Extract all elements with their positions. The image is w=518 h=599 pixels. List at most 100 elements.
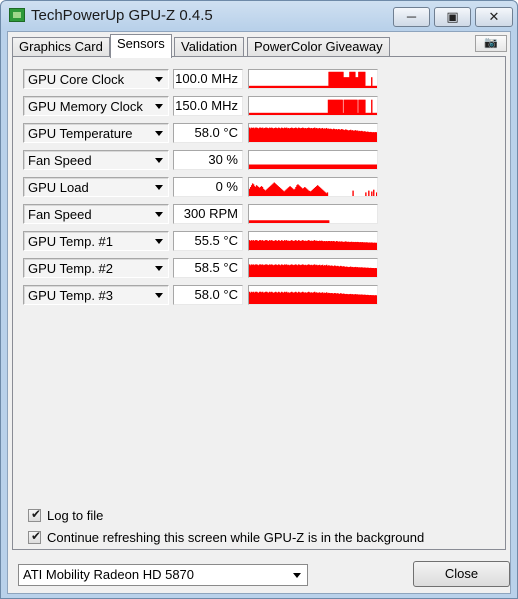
close-window-button[interactable]: ✕ [475, 7, 513, 27]
tab-validation[interactable]: Validation [174, 37, 245, 57]
sensor-select[interactable]: GPU Temp. #2 [23, 258, 169, 278]
sensors-panel: GPU Core Clock 100.0 MHz GPU Memory Clock 1… [12, 56, 506, 550]
chevron-down-icon [293, 573, 301, 578]
chevron-down-icon[interactable] [155, 266, 163, 271]
sensor-value: 150.0 MHz [173, 96, 243, 116]
sensor-graph [248, 123, 378, 143]
gpu-select-dropdown[interactable]: ATI Mobility Radeon HD 5870 [18, 564, 308, 586]
sensor-select[interactable]: Fan Speed [23, 204, 169, 224]
continue-refreshing-checkbox[interactable]: ✔ [28, 529, 42, 544]
log-to-file-label[interactable]: Log to file [47, 508, 103, 523]
graph-sample-bar [364, 71, 366, 88]
sensor-graph [248, 204, 378, 224]
sensor-label: GPU Temp. #2 [28, 261, 114, 276]
sensor-label: GPU Temperature [28, 126, 133, 141]
chevron-down-icon[interactable] [155, 131, 163, 136]
sensor-graph [248, 285, 378, 305]
tab-powercolor-giveaway[interactable]: PowerColor Giveaway [247, 37, 390, 57]
graph-sample-bar [371, 99, 373, 115]
graph-sample-bar [376, 242, 377, 250]
graph-sample-bar [364, 99, 366, 115]
sensor-select[interactable]: Fan Speed [23, 150, 169, 170]
graph-sample-bar [376, 295, 377, 304]
sensor-label: GPU Temp. #1 [28, 234, 114, 249]
sensor-graph-plot [249, 99, 377, 115]
log-to-file-checkbox[interactable]: ✔ [28, 507, 42, 522]
sensor-label: Fan Speed [28, 153, 92, 168]
sensor-row: Fan Speed 300 RPM [23, 204, 383, 224]
close-icon: ✕ [488, 9, 500, 24]
sensor-graph-plot [249, 220, 330, 223]
graph-sample-bar [341, 99, 343, 115]
sensor-label: GPU Memory Clock [28, 99, 143, 114]
sensor-value: 30 % [173, 150, 243, 170]
sensor-row: GPU Temp. #3 58.0 °C [23, 285, 383, 305]
sensor-value: 0 % [173, 177, 243, 197]
graph-sample-bar [328, 220, 330, 223]
graph-sample-bar [326, 192, 329, 196]
chevron-down-icon[interactable] [155, 239, 163, 244]
sensor-row: GPU Load 0 % [23, 177, 383, 197]
chevron-down-icon[interactable] [155, 293, 163, 298]
gpuz-window: TechPowerUp GPU-Z 0.4.5 ─ ▣ ✕ Graphics C… [0, 0, 518, 599]
sensor-row: GPU Temperature 58.0 °C [23, 123, 383, 143]
tab-graphics-card[interactable]: Graphics Card [12, 37, 110, 57]
chevron-down-icon[interactable] [155, 77, 163, 82]
sensor-label: GPU Core Clock [28, 72, 125, 87]
checkmark-icon: ✔ [31, 529, 42, 543]
graph-sample-bar [368, 190, 370, 196]
minimize-button[interactable]: ─ [393, 7, 430, 27]
sensor-value: 58.0 °C [173, 285, 243, 305]
sensor-select[interactable]: GPU Memory Clock [23, 96, 169, 116]
close-button[interactable]: Close [413, 561, 510, 587]
chevron-down-icon[interactable] [155, 212, 163, 217]
sensor-value: 300 RPM [173, 204, 243, 224]
sensor-select[interactable]: GPU Temp. #1 [23, 231, 169, 251]
continue-refreshing-label[interactable]: Continue refreshing this screen while GP… [47, 530, 424, 545]
graph-sample-bar [376, 192, 377, 196]
sensor-graph [248, 177, 378, 197]
sensor-row: GPU Temp. #2 58.5 °C [23, 258, 383, 278]
sensor-graph [248, 69, 378, 89]
client-area: Graphics Card Sensors Validation PowerCo… [7, 31, 511, 594]
sensor-row: GPU Temp. #1 55.5 °C [23, 231, 383, 251]
sensor-value: 100.0 MHz [173, 69, 243, 89]
sensor-select[interactable]: GPU Temp. #3 [23, 285, 169, 305]
sensor-graph [248, 96, 378, 116]
sensor-row: GPU Core Clock 100.0 MHz [23, 69, 383, 89]
screenshot-button[interactable]: 📷 [475, 35, 507, 52]
sensor-graph-plot [249, 164, 377, 169]
sensor-select[interactable]: GPU Load [23, 177, 169, 197]
maximize-icon: ▣ [446, 9, 459, 24]
sensor-label: GPU Temp. #3 [28, 288, 114, 303]
sensor-value: 55.5 °C [173, 231, 243, 251]
tab-sensors[interactable]: Sensors [110, 34, 172, 58]
checkmark-icon: ✔ [31, 507, 42, 521]
sensor-row: GPU Memory Clock 150.0 MHz [23, 96, 383, 116]
sensor-graph [248, 150, 378, 170]
graph-sample-bar [376, 164, 377, 169]
maximize-button[interactable]: ▣ [434, 7, 471, 27]
sensor-graph-plot [249, 182, 377, 196]
minimize-icon: ─ [406, 9, 417, 24]
chevron-down-icon[interactable] [155, 158, 163, 163]
window-title: TechPowerUp GPU-Z 0.4.5 [31, 7, 213, 24]
gpu-select-value: ATI Mobility Radeon HD 5870 [23, 567, 195, 582]
sensor-value: 58.5 °C [173, 258, 243, 278]
sensor-graph [248, 231, 378, 251]
sensor-label: Fan Speed [28, 207, 92, 222]
graph-sample-bar [352, 190, 354, 196]
camera-icon: 📷 [484, 37, 498, 49]
sensor-select[interactable]: GPU Temperature [23, 123, 169, 143]
graph-sample-bar [371, 191, 373, 196]
gpuz-app-icon[interactable] [9, 8, 25, 22]
graph-sample-bar [373, 189, 375, 196]
graph-sample-bar [376, 85, 377, 88]
chevron-down-icon[interactable] [155, 104, 163, 109]
title-bar[interactable]: TechPowerUp GPU-Z 0.4.5 ─ ▣ ✕ [1, 1, 517, 31]
sensor-graph [248, 258, 378, 278]
sensor-select[interactable]: GPU Core Clock [23, 69, 169, 89]
sensor-value: 58.0 °C [173, 123, 243, 143]
graph-sample-bar [376, 132, 377, 142]
chevron-down-icon[interactable] [155, 185, 163, 190]
